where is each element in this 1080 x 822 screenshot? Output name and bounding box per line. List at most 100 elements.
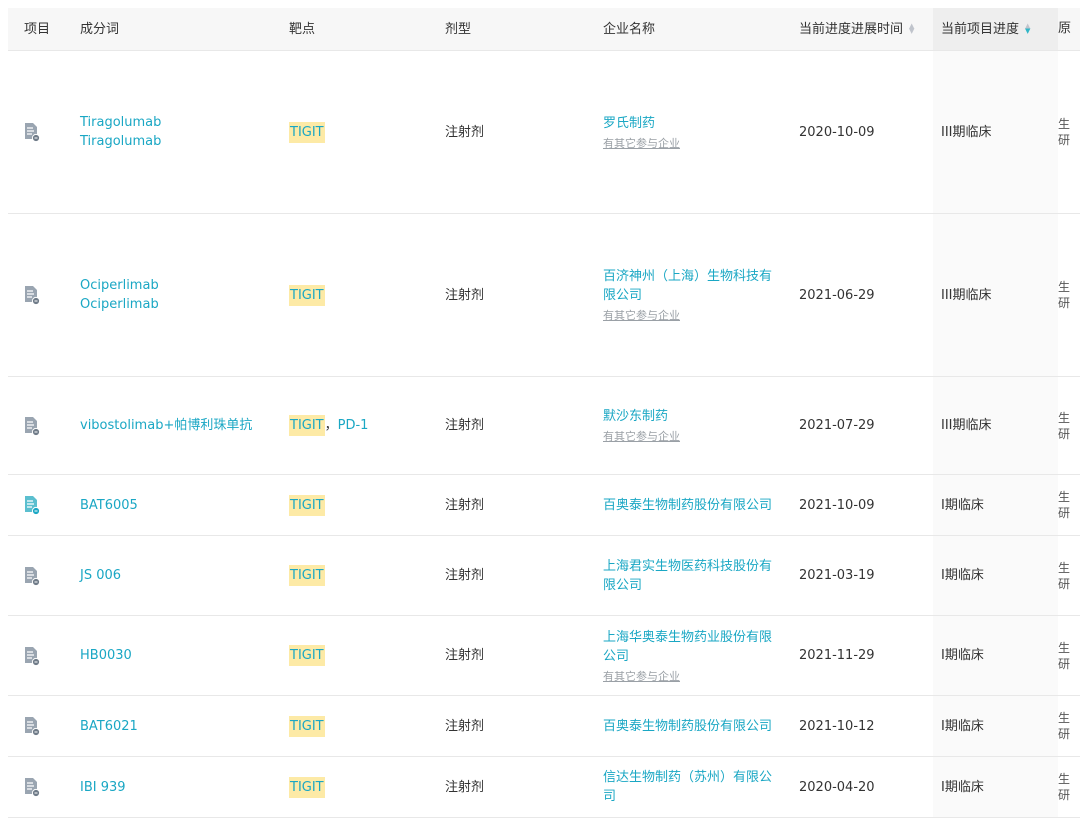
project-cell <box>8 696 72 756</box>
table-row: BAT6021 TIGIT 注射剂 百奥泰生物制药股份有限公司 2021-10-12 I期… <box>8 696 1080 757</box>
target-cell: TIGIT <box>281 536 437 615</box>
other-participants-link[interactable]: 有其它参与企业 <box>603 136 680 151</box>
ingredient-link[interactable]: Ociperlimab <box>80 276 159 295</box>
ingredient-link[interactable]: vibostolimab+帕博利珠单抗 <box>80 416 252 435</box>
target-link[interactable]: TIGIT <box>289 284 325 306</box>
company-link[interactable]: 默沙东制药 <box>603 407 668 426</box>
target-cell: TIGIT <box>281 696 437 756</box>
header-progress-label: 当前项目进度 <box>941 21 1020 37</box>
progress-time-cell: 2021-03-19 <box>799 568 875 583</box>
project-cell <box>8 377 72 474</box>
project-cell <box>8 214 72 376</box>
ingredient-cell: JS 006 <box>72 536 281 615</box>
other-participants-link[interactable]: 有其它参与企业 <box>603 669 680 684</box>
progress-time-cell: 2020-10-09 <box>799 124 875 140</box>
header-project: 项目 <box>24 21 51 37</box>
company-cell: 上海华奥泰生物药业股份有限公司有其它参与企业 <box>595 616 791 695</box>
header-dosage: 剂型 <box>445 21 472 37</box>
document-icon[interactable] <box>24 416 40 436</box>
cut-column-cell: 生 研 <box>1058 640 1071 671</box>
project-cell <box>8 616 72 695</box>
document-icon[interactable] <box>24 566 40 586</box>
ingredient-cell: BAT6021 <box>72 696 281 756</box>
ingredient-names: BAT6005 <box>80 496 138 515</box>
document-icon[interactable] <box>24 122 40 142</box>
ingredient-link[interactable]: Tiragolumab <box>80 132 161 151</box>
other-participants-link[interactable]: 有其它参与企业 <box>603 429 680 444</box>
target-cell: TIGIT <box>281 475 437 535</box>
progress-cell: I期临床 <box>933 475 1058 535</box>
progress-time-cell: 2021-11-29 <box>799 648 875 663</box>
company-cell: 默沙东制药有其它参与企业 <box>595 377 791 474</box>
company-link[interactable]: 上海君实生物医药科技股份有限公司 <box>603 557 783 595</box>
header-cut-column: 原 <box>1058 21 1072 36</box>
company-cell: 百奥泰生物制药股份有限公司 <box>595 475 791 535</box>
target-link[interactable]: TIGIT <box>289 494 325 516</box>
document-icon[interactable] <box>24 495 40 515</box>
dosage-cell: 注射剂 <box>445 718 485 734</box>
other-participants-link[interactable]: 有其它参与企业 <box>603 308 680 323</box>
target-link[interactable]: TIGIT <box>289 415 325 436</box>
project-cell <box>8 536 72 615</box>
target-link[interactable]: TIGIT <box>289 715 325 737</box>
header-progress-time[interactable]: 当前进度进展时间 ▲ ▼ <box>791 8 933 50</box>
target-link[interactable]: PD-1 <box>338 416 369 435</box>
company-link[interactable]: 上海华奥泰生物药业股份有限公司 <box>603 628 783 666</box>
table-row: IBI 939 TIGIT 注射剂 信达生物制药（苏州）有限公司 2020-04-20 I… <box>8 757 1080 818</box>
target-link[interactable]: TIGIT <box>289 645 325 666</box>
target-link[interactable]: TIGIT <box>289 121 325 143</box>
progress-cell: III期临床 <box>933 377 1058 474</box>
dosage-cell: 注射剂 <box>445 568 485 583</box>
ingredient-link[interactable]: HB0030 <box>80 646 132 665</box>
project-cell <box>8 51 72 213</box>
sort-caret-icon[interactable]: ▲ ▼ <box>909 23 914 35</box>
header-company: 企业名称 <box>603 21 656 37</box>
ingredient-names: vibostolimab+帕博利珠单抗 <box>80 416 252 435</box>
target-cell: TIGIT <box>281 51 437 213</box>
target-link[interactable]: TIGIT <box>289 776 325 798</box>
dosage-cell: 注射剂 <box>445 418 485 433</box>
table-row: Ociperlimab Ociperlimab TIGIT 注射剂 百济神州（上海）生物… <box>8 214 1080 377</box>
ingredient-link[interactable]: BAT6005 <box>80 496 138 515</box>
progress-cell: III期临床 <box>933 214 1058 376</box>
cut-column-cell: 生 研 <box>1058 280 1071 310</box>
ingredient-names: IBI 939 <box>80 778 126 797</box>
document-icon[interactable] <box>24 646 40 666</box>
ingredient-link[interactable]: IBI 939 <box>80 778 126 797</box>
ingredient-link[interactable]: Ociperlimab <box>80 295 159 314</box>
sort-caret-icon[interactable]: ▲ ▼ <box>1025 23 1030 35</box>
company-cell: 信达生物制药（苏州）有限公司 <box>595 757 791 817</box>
cut-column-cell: 生 研 <box>1058 560 1071 591</box>
progress-cell: I期临床 <box>933 616 1058 695</box>
table-row: vibostolimab+帕博利珠单抗 TIGIT， PD-1 注射剂 默沙东制药 有其它… <box>8 377 1080 475</box>
target-cell: TIGIT <box>281 757 437 817</box>
header-progress[interactable]: 当前项目进度 ▲ ▼ <box>933 8 1058 50</box>
target-cell: TIGIT <box>281 616 437 695</box>
company-cell: 百奥泰生物制药股份有限公司 <box>595 696 791 756</box>
table-header: 项目 成分词 靶点 剂型 企业名称 当前进度进展时间 ▲ ▼ 当前项目进度 ▲ ▼ … <box>8 8 1080 51</box>
company-link[interactable]: 百奥泰生物制药股份有限公司 <box>603 717 772 736</box>
ingredient-link[interactable]: BAT6021 <box>80 717 138 736</box>
target-link[interactable]: TIGIT <box>289 565 325 586</box>
document-icon[interactable] <box>24 716 40 736</box>
document-icon[interactable] <box>24 285 40 305</box>
company-link[interactable]: 罗氏制药 <box>603 114 655 133</box>
ingredient-names: JS 006 <box>80 566 121 585</box>
ingredient-names: Ociperlimab Ociperlimab <box>80 276 159 314</box>
dosage-cell: 注射剂 <box>445 497 485 513</box>
company-link[interactable]: 百济神州（上海）生物科技有限公司 <box>603 267 783 305</box>
cut-column-cell: 生 研 <box>1058 772 1071 802</box>
progress-time-cell: 2021-10-09 <box>799 497 875 513</box>
ingredient-link[interactable]: JS 006 <box>80 566 121 585</box>
company-cell: 罗氏制药有其它参与企业 <box>595 51 791 213</box>
company-link[interactable]: 百奥泰生物制药股份有限公司 <box>603 496 772 515</box>
table-row: BAT6005 TIGIT 注射剂 百奥泰生物制药股份有限公司 2021-10-09 I期… <box>8 475 1080 536</box>
ingredient-cell: Ociperlimab Ociperlimab <box>72 214 281 376</box>
progress-time-cell: 2021-06-29 <box>799 287 875 303</box>
ingredient-names: BAT6021 <box>80 717 138 736</box>
ingredient-link[interactable]: Tiragolumab <box>80 113 161 132</box>
drug-pipeline-table: 项目 成分词 靶点 剂型 企业名称 当前进度进展时间 ▲ ▼ 当前项目进度 ▲ ▼ … <box>8 8 1080 818</box>
document-icon[interactable] <box>24 777 40 797</box>
target-cell: TIGIT <box>281 214 437 376</box>
company-link[interactable]: 信达生物制药（苏州）有限公司 <box>603 768 783 806</box>
